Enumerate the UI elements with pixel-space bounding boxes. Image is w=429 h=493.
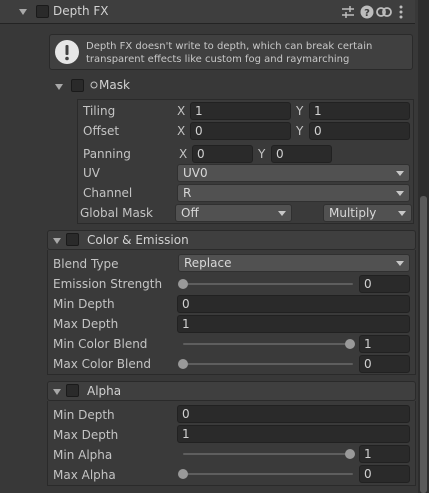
chevron-down-icon xyxy=(396,261,404,266)
foldout-arrow-icon[interactable] xyxy=(19,9,27,15)
max-alpha-field[interactable]: 0 xyxy=(359,465,410,483)
max-alpha-slider-thumb[interactable] xyxy=(178,469,188,479)
alpha-enable-checkbox[interactable] xyxy=(66,384,79,397)
info-helpbox: Depth FX doesn't write to depth, which c… xyxy=(49,34,413,70)
panning-x-label: X xyxy=(179,147,188,161)
max-color-blend-slider-thumb[interactable] xyxy=(178,359,188,369)
color-emission-header[interactable]: Color & Emission xyxy=(47,230,416,250)
alpha-max-depth-field[interactable]: 1 xyxy=(177,425,410,443)
alpha-min-depth-label: Min Depth xyxy=(53,408,115,422)
blend-type-dropdown[interactable]: Replace xyxy=(178,254,410,272)
emission-strength-field[interactable]: 0 xyxy=(359,275,410,293)
link-icon[interactable] xyxy=(376,6,392,18)
max-color-blend-field[interactable]: 0 xyxy=(359,355,410,373)
channel-dropdown-value: R xyxy=(183,186,192,200)
help-icon[interactable]: ? xyxy=(360,5,374,19)
min-alpha-slider-track[interactable] xyxy=(183,453,353,455)
min-color-blend-label: Min Color Blend xyxy=(53,337,148,351)
mask-enable-checkbox[interactable] xyxy=(71,79,84,92)
global-mask-mode-dropdown-value: Multiply xyxy=(329,206,377,220)
blend-type-dropdown-value: Replace xyxy=(184,256,232,270)
color-emission-foldout-arrow-icon[interactable] xyxy=(53,238,61,244)
info-icon xyxy=(55,40,79,64)
max-alpha-slider-track[interactable] xyxy=(183,473,353,475)
max-color-blend-label: Max Color Blend xyxy=(53,357,151,371)
channel-dropdown[interactable]: R xyxy=(177,184,410,202)
ce-min-depth-label: Min Depth xyxy=(53,297,115,311)
offset-x-label: X xyxy=(177,124,186,138)
chevron-down-icon xyxy=(396,171,404,176)
panning-x-field[interactable]: 0 xyxy=(192,145,253,163)
info-text-line-2: transparent effects like custom fog and … xyxy=(86,54,350,65)
offset-y-label: Y xyxy=(296,124,304,138)
depth-fx-enable-checkbox[interactable] xyxy=(36,5,49,18)
uv-label: UV xyxy=(83,166,100,180)
blend-type-label: Blend Type xyxy=(53,257,119,271)
color-emission-enable-checkbox[interactable] xyxy=(66,233,79,246)
tiling-y-field[interactable]: 1 xyxy=(309,102,410,120)
uv-dropdown[interactable]: UV0 xyxy=(177,164,410,182)
ce-min-depth-field[interactable]: 0 xyxy=(177,295,410,313)
emission-strength-slider-track[interactable] xyxy=(183,283,353,285)
ce-max-depth-field[interactable]: 1 xyxy=(177,315,410,333)
offset-y-field[interactable]: 0 xyxy=(309,122,410,140)
emission-strength-label: Emission Strength xyxy=(53,277,163,291)
alpha-foldout-arrow-icon[interactable] xyxy=(53,389,61,395)
min-color-blend-slider-track[interactable] xyxy=(183,343,353,345)
min-alpha-label: Min Alpha xyxy=(53,448,113,462)
panning-y-label: Y xyxy=(258,147,266,161)
offset-x-field[interactable]: 0 xyxy=(190,122,291,140)
chevron-down-icon xyxy=(396,191,404,196)
tiling-x-field[interactable]: 1 xyxy=(190,102,291,120)
channel-label: Channel xyxy=(83,186,133,200)
alpha-max-depth-label: Max Depth xyxy=(53,428,119,442)
sliders-icon[interactable] xyxy=(341,5,355,19)
global-mask-mode-dropdown[interactable]: Multiply xyxy=(323,204,412,222)
mask-foldout-arrow-icon[interactable] xyxy=(55,84,63,90)
mask-title: Mask xyxy=(99,78,130,92)
global-mask-dropdown-value: Off xyxy=(181,206,199,220)
emission-strength-slider-thumb[interactable] xyxy=(178,279,188,289)
chevron-down-icon xyxy=(398,211,406,216)
global-mask-dropdown[interactable]: Off xyxy=(175,204,292,222)
tiling-y-label: Y xyxy=(296,104,304,118)
min-color-blend-slider-thumb[interactable] xyxy=(345,339,355,349)
color-emission-title: Color & Emission xyxy=(87,233,189,247)
min-alpha-field[interactable]: 1 xyxy=(359,445,410,463)
panning-label: Panning xyxy=(83,147,131,161)
info-text-line-1: Depth FX doesn't write to depth, which c… xyxy=(86,41,373,52)
max-color-blend-slider-track[interactable] xyxy=(183,363,353,365)
min-alpha-slider-thumb[interactable] xyxy=(345,449,355,459)
min-color-blend-field[interactable]: 1 xyxy=(359,335,410,353)
tiling-label: Tiling xyxy=(83,104,116,118)
offset-label: Offset xyxy=(83,124,120,138)
tiling-x-label: X xyxy=(177,104,186,118)
alpha-min-depth-field[interactable]: 0 xyxy=(177,405,410,423)
uv-dropdown-value: UV0 xyxy=(183,166,208,180)
global-mask-label: Global Mask xyxy=(80,206,154,220)
svg-text:?: ? xyxy=(364,8,370,19)
mask-dot-icon xyxy=(90,81,98,89)
depth-fx-header[interactable]: Depth FX ? xyxy=(0,0,415,24)
chevron-down-icon xyxy=(278,211,286,216)
max-alpha-label: Max Alpha xyxy=(53,468,116,482)
panning-y-field[interactable]: 0 xyxy=(271,145,332,163)
ce-max-depth-label: Max Depth xyxy=(53,317,119,331)
scrollbar-thumb[interactable] xyxy=(420,196,427,493)
depth-fx-title: Depth FX xyxy=(53,4,109,18)
more-icon[interactable] xyxy=(398,5,404,19)
alpha-title: Alpha xyxy=(87,384,122,398)
alpha-header[interactable]: Alpha xyxy=(47,381,416,401)
